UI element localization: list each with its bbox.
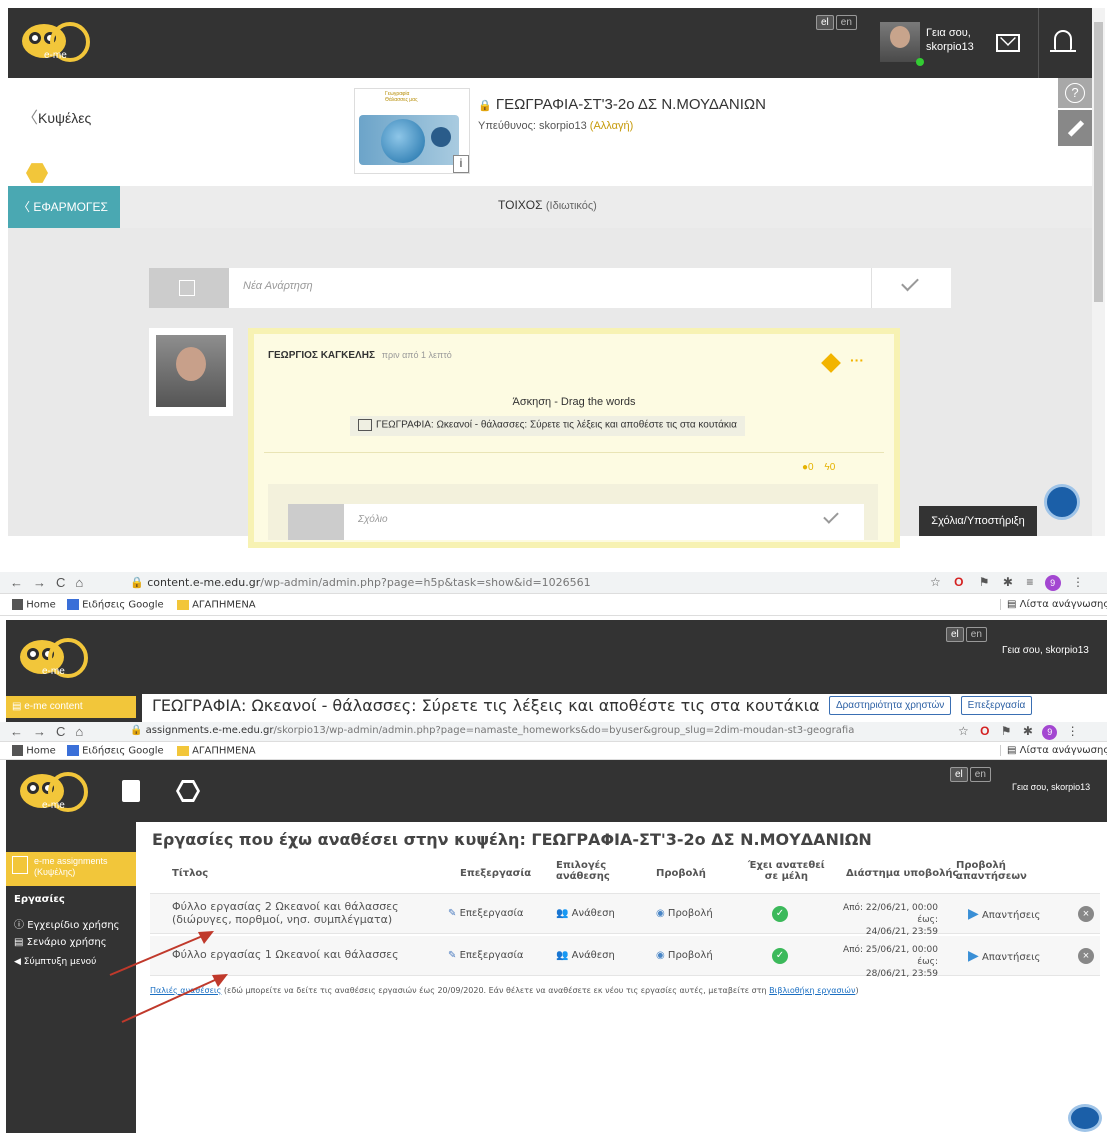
arrow-1: [109, 931, 213, 976]
arrow-2: [121, 974, 227, 1023]
annotation-arrows: [109, 931, 228, 1023]
